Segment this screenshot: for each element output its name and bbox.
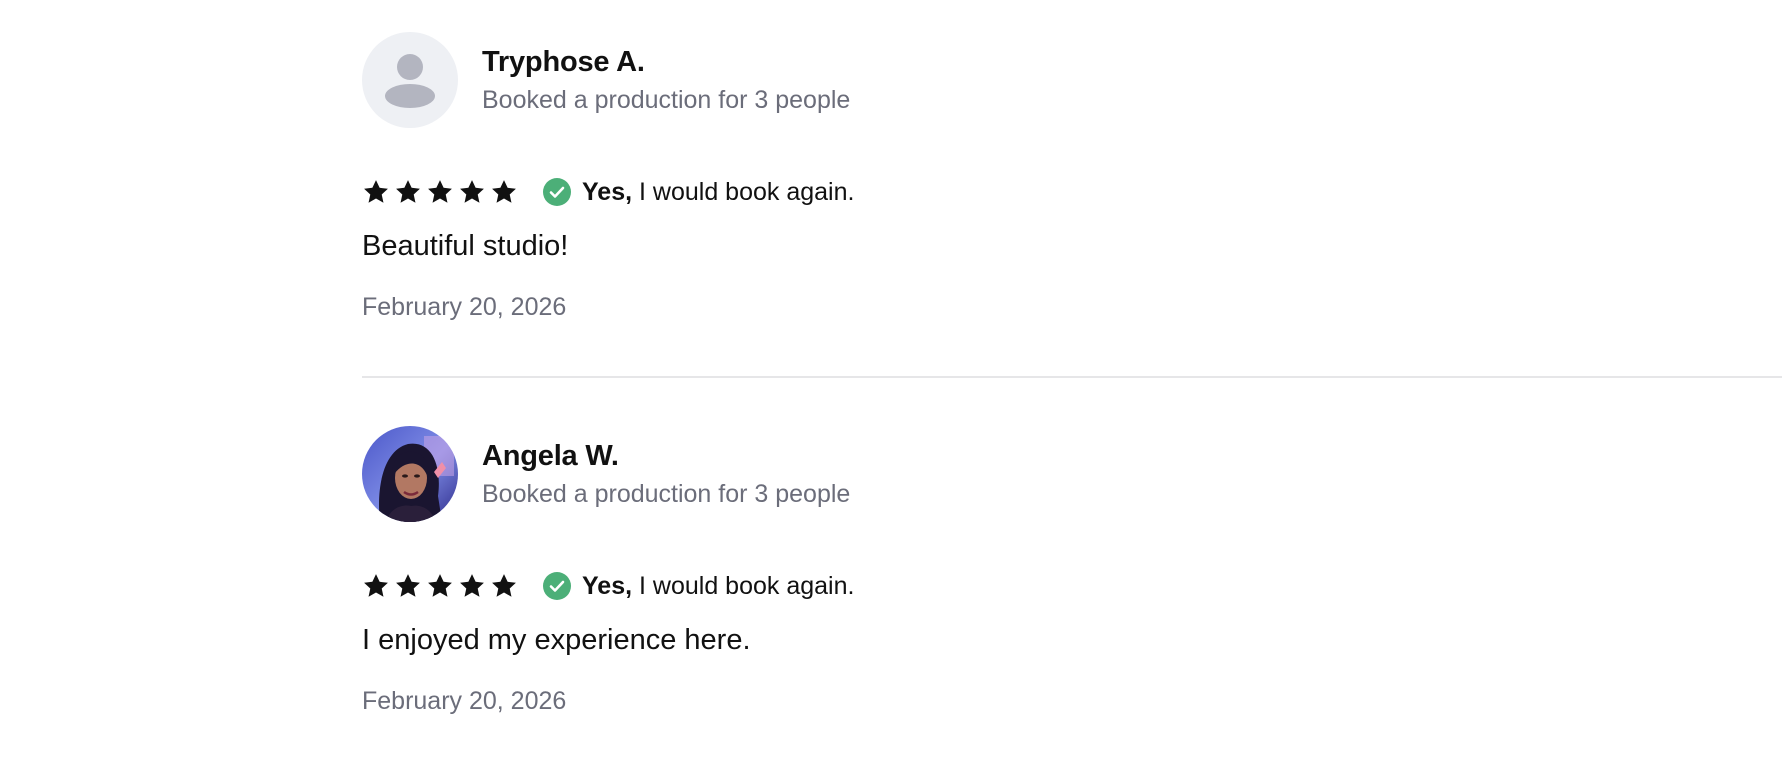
rebook-text: I would book again. xyxy=(632,177,855,206)
rebook-text: I would book again. xyxy=(632,571,855,600)
rebook-yes: Yes, xyxy=(582,177,633,206)
star-icon xyxy=(428,574,452,597)
review-text: I enjoyed my experience here. xyxy=(362,624,751,656)
review-card: Tryphose A. Booked a production for 3 pe… xyxy=(362,0,1782,376)
star-icon xyxy=(364,574,388,597)
reviewer-name[interactable]: Angela W. xyxy=(482,438,850,474)
review-text: Beautiful studio! xyxy=(362,230,569,262)
reviews-list: Tryphose A. Booked a production for 3 pe… xyxy=(362,0,1782,758)
check-circle-icon xyxy=(543,572,571,600)
star-icon xyxy=(460,180,484,203)
star-icon xyxy=(460,574,484,597)
review-date: February 20, 2026 xyxy=(362,687,567,715)
star-icon xyxy=(364,180,388,203)
profile-photo xyxy=(362,426,458,522)
star-icon xyxy=(396,574,420,597)
placeholder-person-icon xyxy=(385,54,435,108)
star-icon xyxy=(428,180,452,203)
rating-row: Yes, I would book again. xyxy=(362,174,854,210)
check-circle-icon xyxy=(543,178,571,206)
reviewer-info: Angela W. Booked a production for 3 peop… xyxy=(482,438,850,510)
star-rating xyxy=(362,572,518,600)
booking-summary: Booked a production for 3 people xyxy=(482,86,851,114)
rating-row: Yes, I would book again. xyxy=(362,568,854,604)
star-icon xyxy=(492,180,516,203)
rebook-yes: Yes, xyxy=(582,571,633,600)
star-icon xyxy=(396,180,420,203)
rebook-statement: Yes, I would book again. xyxy=(582,572,854,601)
rebook-statement: Yes, I would book again. xyxy=(582,178,854,207)
review-header: Angela W. Booked a production for 3 peop… xyxy=(362,426,850,522)
star-icon xyxy=(492,574,516,597)
avatar[interactable] xyxy=(362,32,458,128)
review-header: Tryphose A. Booked a production for 3 pe… xyxy=(362,32,850,128)
booking-summary: Booked a production for 3 people xyxy=(482,480,851,508)
review-date: February 20, 2026 xyxy=(362,293,567,321)
star-rating xyxy=(362,178,518,206)
review-card: Angela W. Booked a production for 3 peop… xyxy=(362,376,1782,758)
reviewer-info: Tryphose A. Booked a production for 3 pe… xyxy=(482,44,850,116)
avatar[interactable] xyxy=(362,426,458,522)
reviewer-name[interactable]: Tryphose A. xyxy=(482,44,850,80)
